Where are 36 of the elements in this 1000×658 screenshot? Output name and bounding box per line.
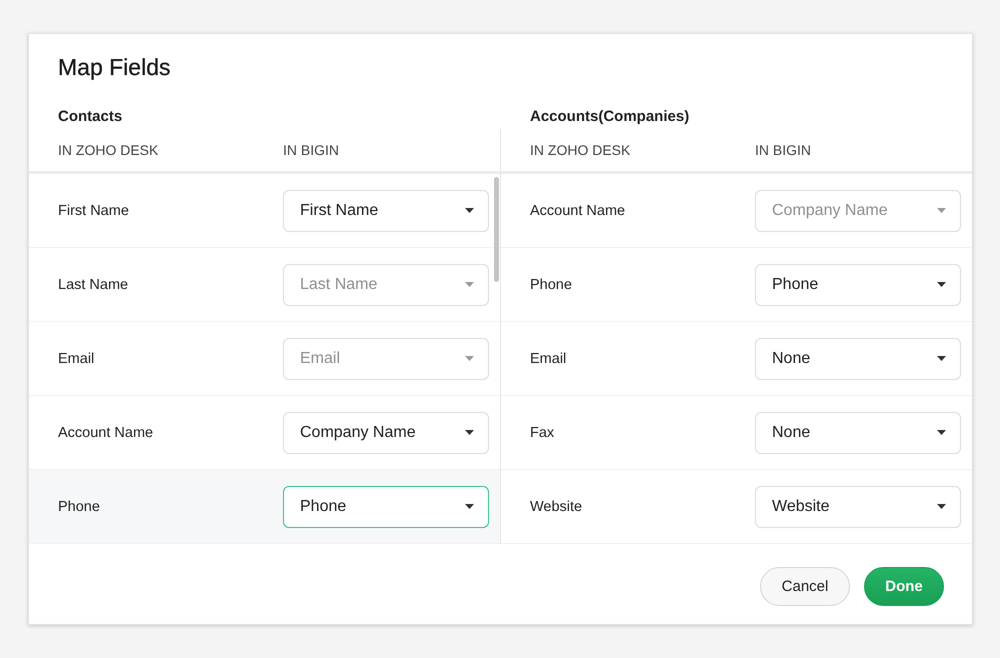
column-header: IN BIGIN: [755, 142, 812, 158]
field-label: Account Name: [530, 202, 626, 218]
scrollbar-thumb[interactable]: [494, 177, 499, 282]
caret-icon: [465, 356, 474, 361]
field-label: Account Name: [58, 424, 154, 440]
cancel-button[interactable]: Cancel: [760, 567, 850, 606]
field-label: Email: [530, 350, 566, 366]
field-dropdown[interactable]: First Name: [283, 190, 489, 232]
caret-icon: [465, 208, 474, 213]
caret-icon: [465, 504, 474, 509]
field-label: Email: [58, 350, 94, 366]
field-dropdown[interactable]: Phone: [283, 486, 489, 528]
caret-icon: [937, 282, 946, 287]
caret-icon: [465, 282, 474, 287]
caret-icon: [937, 208, 946, 213]
field-label: Website: [530, 498, 582, 514]
dialog-title: Map Fields: [58, 53, 172, 81]
column-header: IN ZOHO DESK: [58, 142, 158, 158]
section-title: Accounts(Companies): [529, 107, 690, 127]
field-label: Last Name: [58, 276, 128, 292]
caret-icon: [937, 430, 946, 435]
column-header: IN BIGIN: [283, 142, 340, 158]
field-dropdown[interactable]: Website: [755, 486, 961, 528]
column-header: IN ZOHO DESK: [530, 142, 630, 158]
field-label: Phone: [58, 498, 100, 514]
field-dropdown[interactable]: Company Name: [283, 412, 489, 454]
caret-icon: [937, 504, 946, 509]
field-label: First Name: [58, 202, 129, 218]
field-dropdown[interactable]: None: [755, 412, 961, 454]
caret-icon: [937, 356, 946, 361]
field-label: Phone: [530, 276, 572, 292]
field-dropdown[interactable]: None: [755, 338, 961, 380]
section-title: Contacts: [57, 107, 122, 127]
field-dropdown[interactable]: Phone: [755, 264, 961, 306]
field-label: Fax: [530, 424, 554, 440]
caret-icon: [465, 430, 474, 435]
